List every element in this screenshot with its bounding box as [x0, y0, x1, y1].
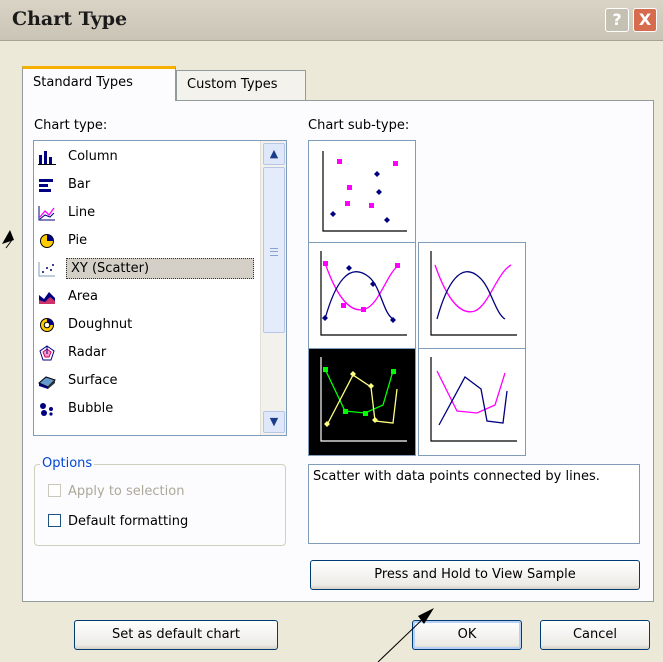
list-item-label: Line [68, 205, 96, 220]
ok-label: OK [457, 627, 477, 642]
tab-label: Standard Types [33, 75, 133, 90]
chevron-up-icon: ▲ [269, 147, 279, 160]
apply-to-selection-label: Apply to selection [68, 484, 185, 499]
close-button[interactable]: X [633, 8, 657, 32]
pie-chart-icon [40, 234, 54, 248]
scroll-up-button[interactable]: ▲ [263, 143, 285, 165]
list-item-label: Pie [68, 233, 88, 248]
scatter-markers-icon [322, 151, 407, 232]
radar-chart-icon [39, 345, 55, 361]
view-sample-button[interactable]: Press and Hold to View Sample [310, 560, 640, 590]
smoothed-lines-markers-icon [320, 251, 407, 336]
list-item-label: Bar [68, 177, 91, 192]
list-item-label: Doughnut [68, 317, 133, 332]
list-item-column[interactable]: Column [34, 143, 260, 171]
list-item-label: Radar [68, 345, 107, 360]
doughnut-chart-icon [40, 318, 54, 332]
chevron-down-icon: ▼ [269, 415, 279, 428]
close-icon: X [638, 10, 652, 29]
list-scrollbar[interactable]: ▲ ▼ [260, 141, 286, 435]
set-as-default-button[interactable]: Set as default chart [74, 620, 278, 650]
list-item-label: Surface [68, 373, 118, 388]
options-legend: Options [40, 456, 95, 471]
default-formatting-label: Default formatting [68, 514, 189, 529]
help-button[interactable]: ? [605, 8, 629, 32]
straight-lines-icon [430, 357, 517, 442]
list-item-pie[interactable]: Pie [34, 227, 260, 255]
list-item-label: Bubble [68, 401, 114, 416]
list-item-label: Area [68, 289, 98, 304]
tab-standard-types[interactable]: Standard Types [22, 66, 176, 101]
list-item-surface[interactable]: Surface [34, 367, 260, 395]
list-item-radar[interactable]: Radar [34, 339, 260, 367]
ok-button[interactable]: OK [412, 620, 522, 650]
list-item-bubble[interactable]: Bubble [34, 395, 260, 423]
help-icon: ? [612, 10, 622, 29]
title-bar[interactable]: Chart Type ? X [0, 0, 663, 41]
subtype-smoothed-markers[interactable] [308, 242, 416, 350]
tab-custom-types[interactable]: Custom Types [176, 70, 306, 100]
tab-label: Custom Types [187, 77, 278, 92]
area-chart-icon [39, 292, 55, 304]
chart-type-dialog: Chart Type ? X Standard Types Custom Typ… [0, 0, 663, 662]
line-chart-icon [38, 206, 55, 221]
grip-icon [270, 248, 278, 256]
subtype-description: Scatter with data points connected by li… [308, 464, 640, 544]
scroll-down-button[interactable]: ▼ [263, 411, 285, 433]
lines-with-markers-icon [320, 357, 407, 442]
chart-type-list[interactable]: Column Bar Line Pie XY (Scatter) Area Do… [33, 140, 287, 436]
smoothed-lines-icon [430, 251, 517, 336]
options-group [34, 464, 286, 546]
list-item-area[interactable]: Area [34, 283, 260, 311]
scroll-thumb[interactable] [263, 167, 285, 333]
apply-to-selection-checkbox[interactable] [48, 484, 61, 497]
list-item-label: Column [68, 149, 118, 164]
list-item-bar[interactable]: Bar [34, 171, 260, 199]
list-item-label: XY (Scatter) [66, 258, 254, 279]
set-as-default-label: Set as default chart [111, 627, 241, 642]
scatter-chart-icon [38, 262, 55, 277]
subtype-smoothed-lines[interactable] [418, 242, 526, 350]
dialog-title: Chart Type [12, 8, 128, 30]
column-chart-icon [38, 151, 56, 165]
bar-chart-icon [39, 179, 53, 192]
view-sample-label: Press and Hold to View Sample [374, 567, 576, 582]
surface-chart-icon [38, 376, 56, 389]
chart-type-label: Chart type: [34, 118, 108, 133]
arrow-head-left [2, 230, 14, 244]
cancel-label: Cancel [572, 627, 618, 642]
list-item-doughnut[interactable]: Doughnut [34, 311, 260, 339]
subtype-lines-markers-selected[interactable] [308, 348, 416, 456]
bubble-chart-icon [40, 403, 53, 416]
list-item-xy-scatter[interactable]: XY (Scatter) [34, 255, 260, 283]
subtype-scatter-markers[interactable] [308, 140, 416, 248]
chart-subtype-label: Chart sub-type: [308, 118, 410, 133]
list-item-line[interactable]: Line [34, 199, 260, 227]
default-formatting-checkbox[interactable] [48, 514, 61, 527]
subtype-lines[interactable] [418, 348, 526, 456]
cancel-button[interactable]: Cancel [540, 620, 650, 650]
